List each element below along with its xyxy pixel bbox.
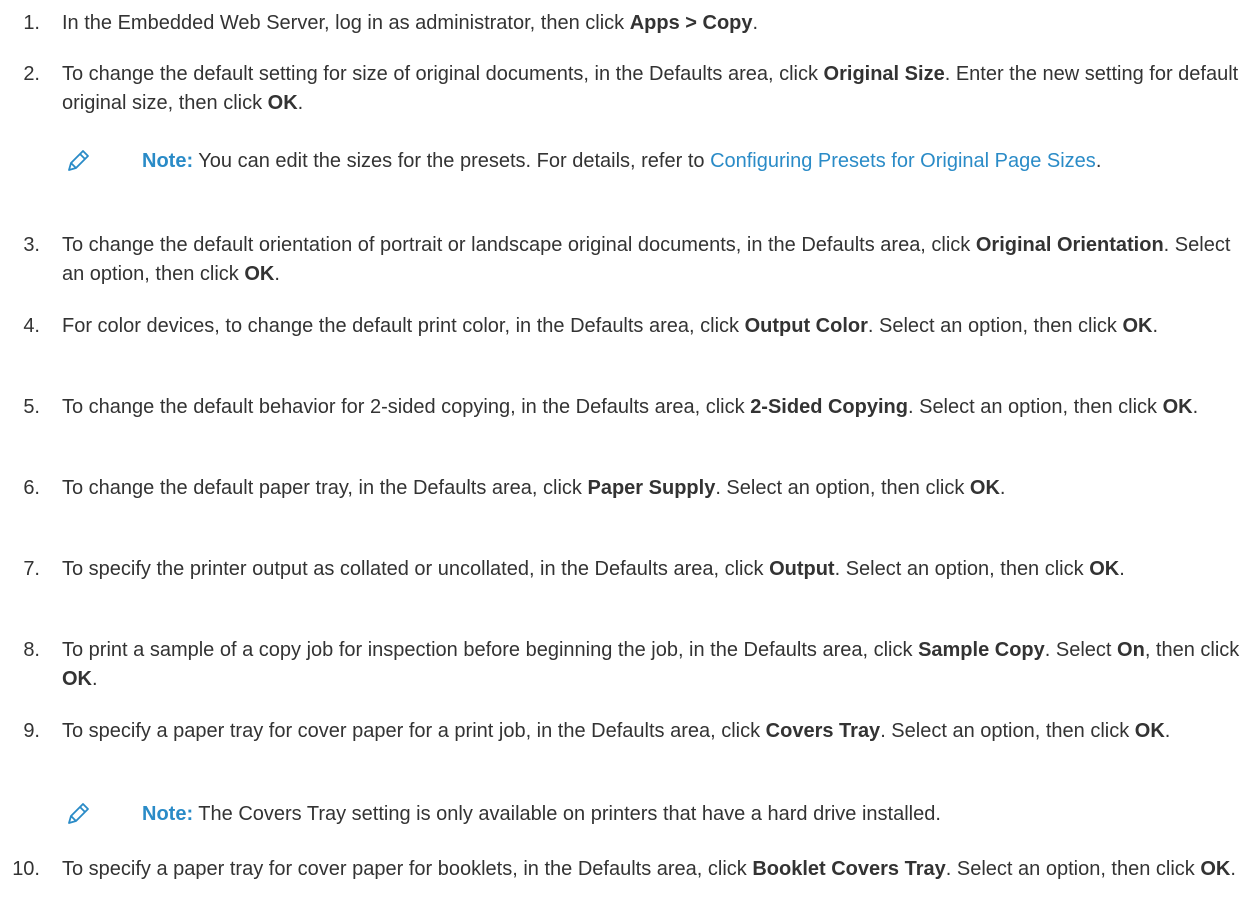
step-run: , then click	[1144, 639, 1240, 661]
step-text: To change the default setting for size o…	[62, 60, 1252, 118]
ui-term: OK	[1089, 558, 1120, 580]
step-run: To change the default behavior for 2-sid…	[62, 396, 751, 418]
step-text: For color devices, to change the default…	[62, 312, 1252, 341]
ui-term: Original Orientation	[975, 234, 1164, 256]
step-run: To change the default orientation of por…	[62, 234, 976, 256]
step-run: . Select an option, then click	[945, 858, 1201, 880]
step-run: To specify the printer output as collate…	[62, 558, 770, 580]
step-number: 5.	[23, 396, 40, 418]
ui-term: Apps > Copy	[629, 12, 753, 34]
step-number: 10.	[12, 858, 40, 880]
ui-term: Output	[769, 558, 835, 580]
note-label: Note:	[142, 803, 194, 825]
step-number: 2.	[23, 63, 40, 85]
step-run: . Select an option, then click	[907, 396, 1163, 418]
step-number: 9.	[23, 720, 40, 742]
step-text: To change the default orientation of por…	[62, 231, 1252, 289]
step-text: To specify a paper tray for cover paper …	[62, 855, 1252, 884]
step-number: 4.	[23, 315, 40, 337]
note-body: You can edit the sizes for the presets. …	[193, 150, 711, 172]
step-run: .	[1230, 858, 1236, 880]
step-text: To change the default paper tray, in the…	[62, 474, 1252, 503]
step-run: .	[1119, 558, 1125, 580]
ui-term: Covers Tray	[765, 720, 881, 742]
step-text: To print a sample of a copy job for insp…	[62, 636, 1252, 694]
configuring-presets-link[interactable]: Configuring Presets for Original Page Si…	[710, 150, 1096, 172]
step-text: To change the default behavior for 2-sid…	[62, 393, 1252, 422]
step-number: 8.	[23, 639, 40, 661]
ui-term: OK	[244, 263, 275, 285]
note-body: The Covers Tray setting is only availabl…	[193, 803, 941, 825]
step-run: In the Embedded Web Server, log in as ad…	[62, 12, 630, 34]
step-run: To change the default paper tray, in the…	[62, 477, 588, 499]
step-run: To change the default setting for size o…	[62, 63, 824, 85]
step-run: . Select an option, then click	[715, 477, 970, 499]
step-run: To specify a paper tray for cover paper …	[62, 858, 753, 880]
ui-term: OK	[1122, 315, 1153, 337]
step-run: . Select an option, then click	[867, 315, 1123, 337]
step-number: 1.	[23, 12, 40, 34]
step-number: 6.	[23, 477, 40, 499]
step-run: .	[1164, 720, 1171, 742]
step-run: To print a sample of a copy job for insp…	[62, 639, 919, 661]
step-run: .	[92, 668, 98, 690]
step-run: . Select	[1044, 639, 1118, 661]
step-run: .	[752, 12, 759, 34]
ui-term: Paper Supply	[587, 477, 716, 499]
note-text: Note: The Covers Tray setting is only av…	[142, 800, 1252, 829]
step-run: .	[1192, 396, 1199, 418]
ui-term: OK	[1200, 858, 1231, 880]
ui-term: OK	[1162, 396, 1193, 418]
step-number: 7.	[23, 558, 40, 580]
pencil-icon	[62, 147, 92, 177]
ui-term: OK	[267, 92, 298, 114]
step-run: .	[999, 477, 1006, 499]
step-text: In the Embedded Web Server, log in as ad…	[62, 9, 1252, 38]
ui-term: OK	[969, 477, 1000, 499]
ui-term: 2-Sided Copying	[750, 396, 908, 418]
step-number: 3.	[23, 234, 40, 256]
step-text: To specify the printer output as collate…	[62, 555, 1252, 584]
step-run: For color devices, to change the default…	[62, 315, 745, 337]
ui-term: On	[1117, 639, 1145, 661]
step-run: To specify a paper tray for cover paper …	[62, 720, 766, 742]
ui-term: OK	[1134, 720, 1165, 742]
ui-term: Original Size	[823, 63, 945, 85]
step-run: .	[274, 263, 280, 285]
ui-term: Booklet Covers Tray	[752, 858, 946, 880]
step-run: . Select an option, then click	[834, 558, 1090, 580]
ui-term: Output Color	[744, 315, 868, 337]
note-end: .	[1095, 150, 1102, 172]
step-run: .	[297, 92, 304, 114]
document-page: 1. In the Embedded Web Server, log in as…	[0, 0, 1257, 913]
pencil-icon	[62, 800, 92, 830]
ui-term: OK	[62, 668, 92, 690]
step-text: To specify a paper tray for cover paper …	[62, 717, 1252, 746]
step-run: . Select an option, then click	[880, 720, 1135, 742]
note-label: Note:	[142, 150, 194, 172]
step-run: .	[1152, 315, 1159, 337]
ui-term: Sample Copy	[918, 639, 1045, 661]
note-text: Note: You can edit the sizes for the pre…	[142, 147, 1252, 176]
